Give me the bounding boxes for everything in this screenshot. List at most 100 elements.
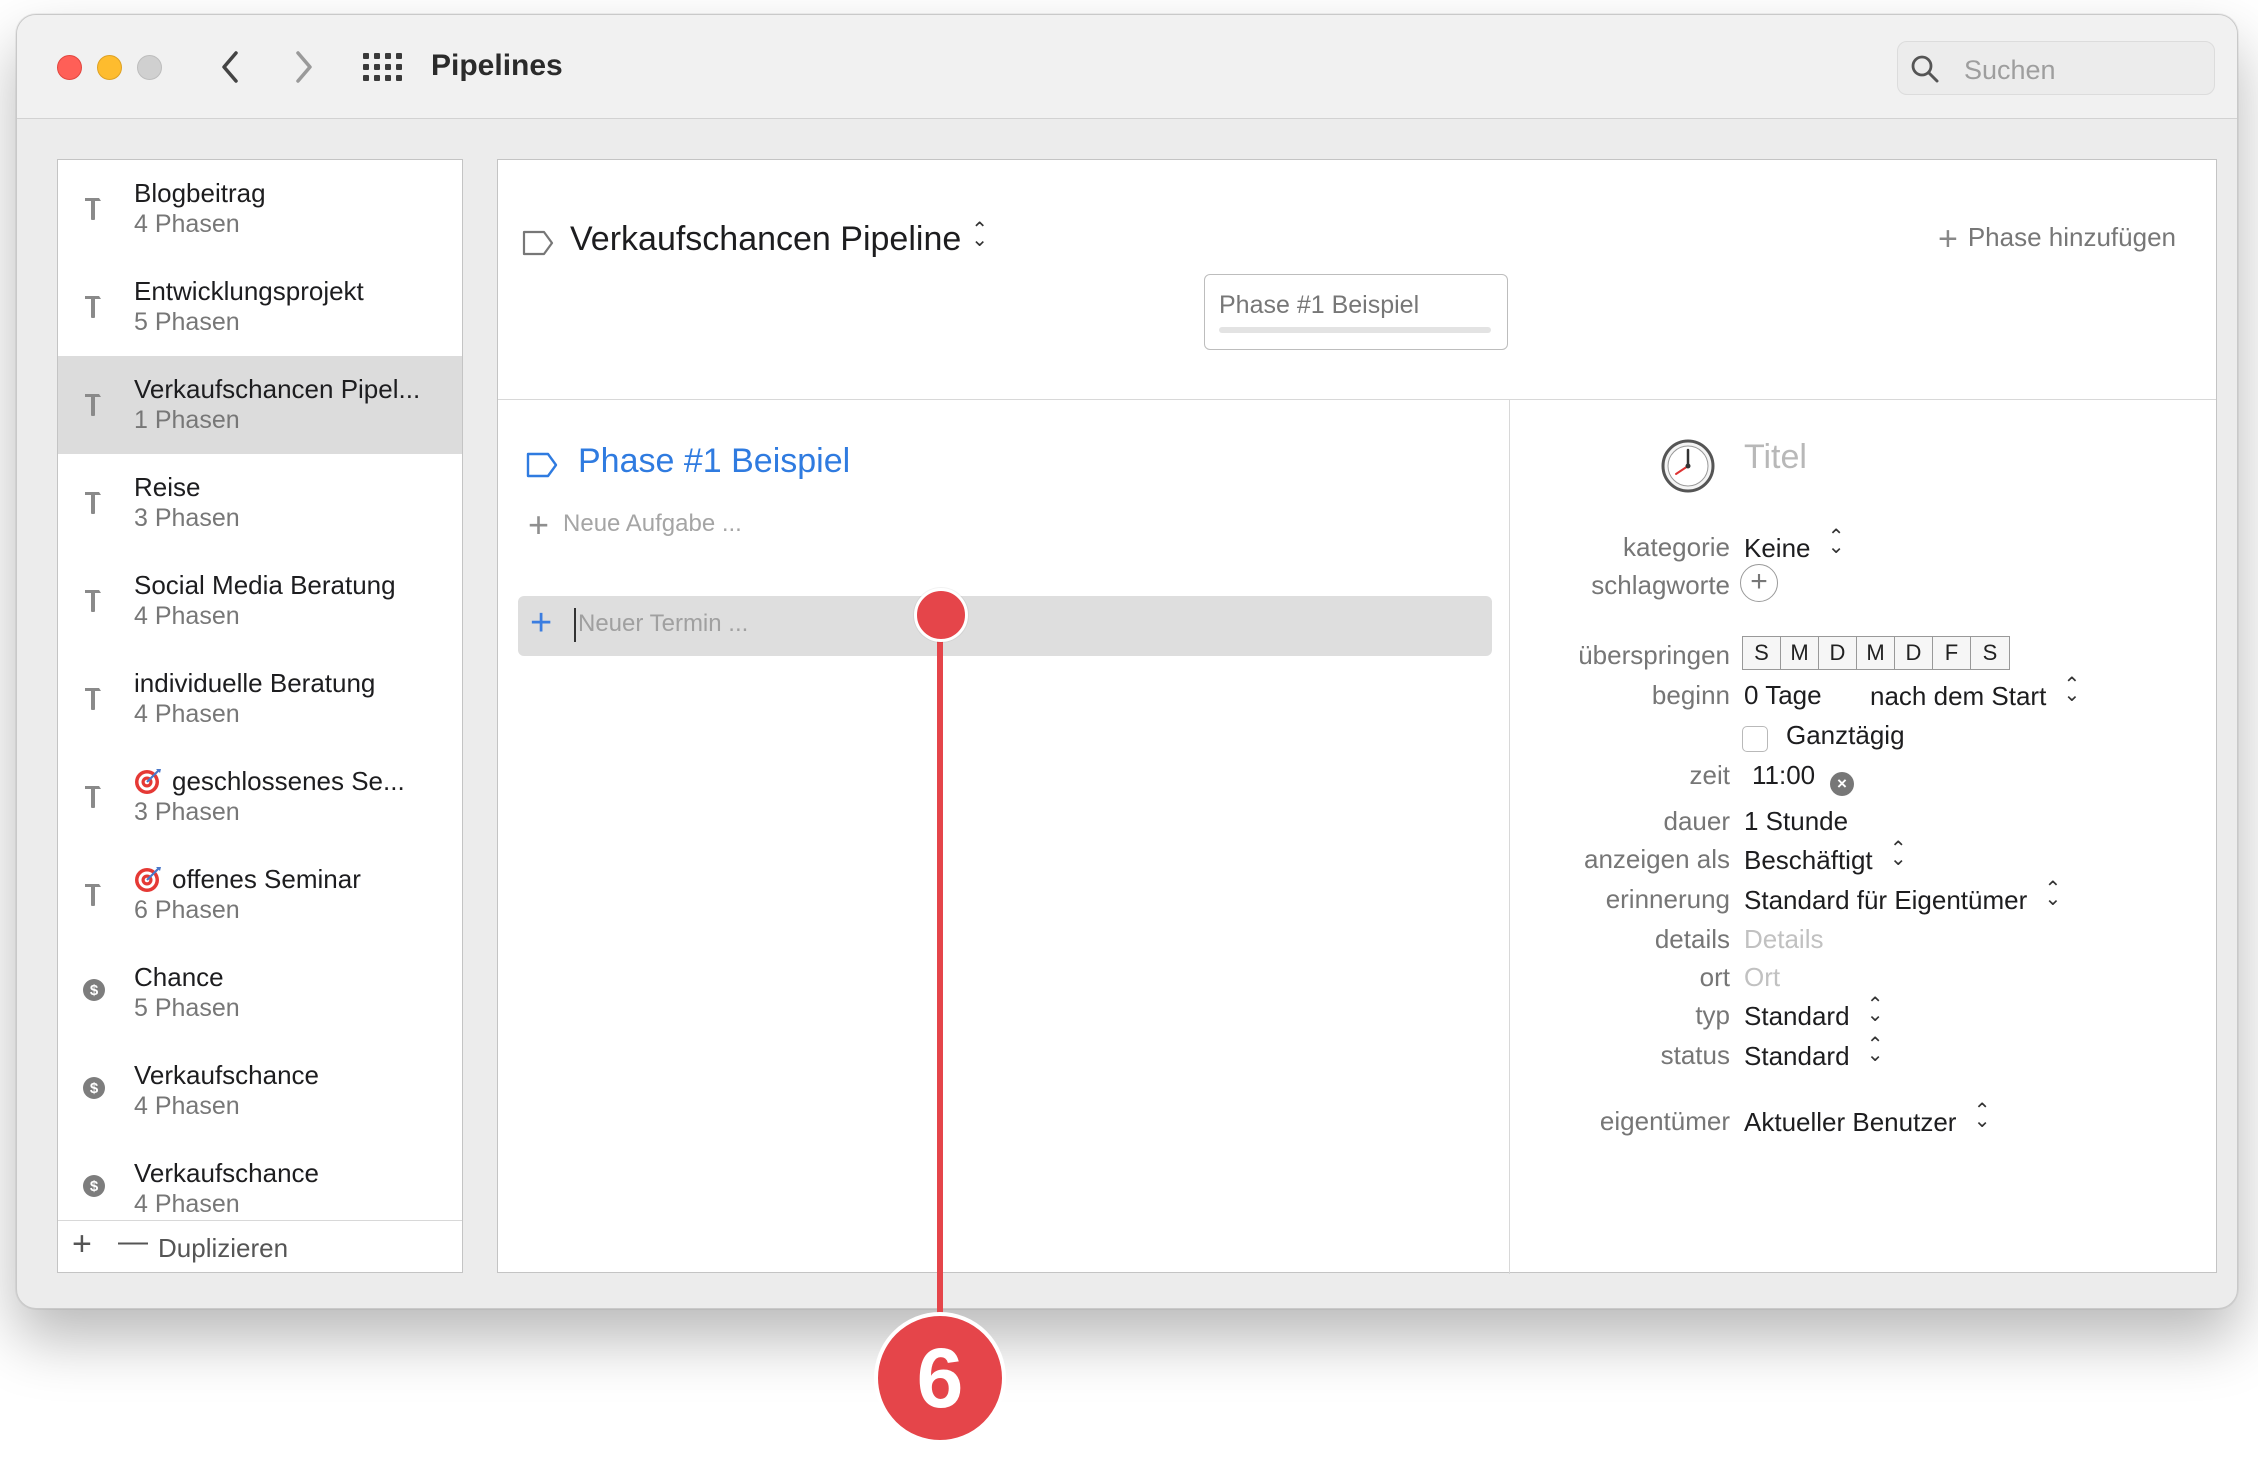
kategorie-value: Keine <box>1744 533 1811 563</box>
up-down-chevron-icon: ⌃ ⌄ <box>2044 878 2062 910</box>
day-toggle[interactable]: S <box>1971 637 2009 669</box>
up-down-chevron-icon: ⌃ ⌄ <box>971 219 989 251</box>
zoom-window-button[interactable] <box>137 55 162 80</box>
sidebar-item-name: Verkaufschance <box>134 1060 319 1091</box>
day-toggle[interactable]: M <box>1857 637 1895 669</box>
beginn-label: beginn <box>1651 680 1730 710</box>
up-down-chevron-icon: ⌃ ⌄ <box>1973 1100 1991 1132</box>
new-task-placeholder: Neue Aufgabe ... <box>563 510 742 537</box>
hammer-icon <box>82 390 104 418</box>
status-value: Standard <box>1744 1041 1850 1071</box>
day-toggle[interactable]: S <box>1743 637 1781 669</box>
close-window-button[interactable] <box>57 55 82 80</box>
day-toggle[interactable]: M <box>1781 637 1819 669</box>
sidebar-item-phase-count: 4 Phasen <box>134 602 240 630</box>
eigentuemer-label: eigentümer <box>1599 1106 1730 1136</box>
anzeigen-als-select[interactable]: Beschäftigt ⌃ ⌄ <box>1744 839 1907 876</box>
sidebar-item-name: Entwicklungsprojekt <box>134 276 364 307</box>
sidebar-item-phase-count: 5 Phasen <box>134 308 240 336</box>
pipeline-list: Blogbeitrag 4 Phasen Entwicklungsprojekt 5 … <box>58 160 462 1220</box>
sidebar-item[interactable]: Reise 3 Phasen <box>58 454 462 552</box>
sidebar-item-label: Chance <box>134 962 224 992</box>
new-event-field[interactable]: + Neuer Termin ... <box>518 596 1492 656</box>
pipeline-title-selector[interactable]: Verkaufschancen Pipeline ⌃ ⌄ <box>570 220 988 259</box>
sidebar-item-label: geschlossenes Se... <box>172 766 405 796</box>
eigentuemer-select[interactable]: Aktueller Benutzer ⌃ ⌄ <box>1744 1100 1991 1138</box>
tag-icon <box>522 230 554 256</box>
details-field[interactable]: Details <box>1744 924 1823 955</box>
eigentuemer-value: Aktueller Benutzer <box>1744 1107 1957 1137</box>
zeit-field[interactable]: 11:00 <box>1752 760 1815 791</box>
status-select[interactable]: Standard ⌃ ⌄ <box>1744 1035 1884 1072</box>
new-task-field[interactable]: + Neue Aufgabe ... <box>528 504 742 546</box>
add-pipeline-button[interactable]: + <box>72 1225 92 1264</box>
add-phase-button[interactable]: + Phase hinzufügen <box>1938 220 2176 259</box>
title-bar: Pipelines Suchen <box>17 15 2237 119</box>
sidebar-item-label: individuelle Beratung <box>134 668 376 698</box>
ort-label: ort <box>1699 962 1730 992</box>
plus-icon: + <box>528 504 550 545</box>
callout-badge: 6 <box>874 1312 1006 1444</box>
sidebar-item[interactable]: offenes Seminar 6 Phasen <box>58 846 462 944</box>
sidebar-item-label: Verkaufschancen Pipel... <box>134 374 421 404</box>
event-title-field[interactable]: Titel <box>1744 438 1807 477</box>
sidebar-item[interactable]: $ Verkaufschance 4 Phasen <box>58 1140 462 1220</box>
skip-days-selector[interactable]: S M D M D F S <box>1742 636 2010 670</box>
ganztaegig-checkbox[interactable] <box>1742 726 1768 752</box>
add-tag-button[interactable]: + <box>1740 564 1778 602</box>
pipeline-title: Verkaufschancen Pipeline <box>570 220 962 258</box>
sidebar-item[interactable]: Verkaufschancen Pipel... 1 Phasen <box>58 356 462 454</box>
day-toggle[interactable]: F <box>1933 637 1971 669</box>
sidebar-item[interactable]: Social Media Beratung 4 Phasen <box>58 552 462 650</box>
phase-column: Phase #1 Beispiel + Neue Aufgabe ... + Ne… <box>498 400 1510 1274</box>
pipeline-editor: Verkaufschancen Pipeline ⌃ ⌄ + Phase hinzuf… <box>497 159 2217 1274</box>
up-down-chevron-icon: ⌃ ⌄ <box>1866 994 1884 1026</box>
sidebar-item[interactable]: Entwicklungsprojekt 5 Phasen <box>58 258 462 356</box>
search-field[interactable]: Suchen <box>1897 41 2215 95</box>
dauer-label: dauer <box>1663 806 1731 836</box>
forward-button[interactable] <box>283 45 323 89</box>
sidebar-item-phase-count: 3 Phasen <box>134 504 240 532</box>
dollar-icon: $ <box>82 978 105 1006</box>
sidebar-item-name: geschlossenes Se... <box>134 766 405 797</box>
sidebar-item-name: Chance <box>134 962 224 993</box>
day-toggle[interactable]: D <box>1895 637 1933 669</box>
phase-chip-label: Phase #1 Beispiel <box>1219 291 1420 319</box>
sidebar-item[interactable]: Blogbeitrag 4 Phasen <box>58 160 462 258</box>
target-icon <box>134 767 162 795</box>
phase-tag-icon <box>526 452 558 478</box>
beginn-relative-value: nach dem Start <box>1870 681 2047 711</box>
day-toggle[interactable]: D <box>1819 637 1857 669</box>
beginn-days-field[interactable]: 0 Tage <box>1744 680 1822 711</box>
apps-grid-icon[interactable] <box>363 53 402 83</box>
ort-field[interactable]: Ort <box>1744 962 1780 993</box>
sidebar-item[interactable]: individuelle Beratung 4 Phasen <box>58 650 462 748</box>
callout-line <box>937 630 943 1316</box>
search-placeholder: Suchen <box>1964 55 2056 85</box>
beginn-relative-select[interactable]: nach dem Start ⌃ ⌄ <box>1870 675 2080 712</box>
sidebar-item-phase-count: 6 Phasen <box>134 896 240 924</box>
hammer-icon <box>82 782 104 810</box>
dauer-field[interactable]: 1 Stunde <box>1744 806 1848 837</box>
dollar-icon: $ <box>82 1174 105 1202</box>
phase-chip[interactable]: Phase #1 Beispiel <box>1204 274 1508 350</box>
phase-heading[interactable]: Phase #1 Beispiel <box>578 442 850 481</box>
kategorie-select[interactable]: Keine ⌃ ⌄ <box>1744 526 1845 564</box>
sidebar-item[interactable]: geschlossenes Se... 3 Phasen <box>58 748 462 846</box>
erinnerung-select[interactable]: Standard für Eigentümer ⌃ ⌄ <box>1744 878 2062 916</box>
up-down-chevron-icon: ⌃ ⌄ <box>1827 526 1845 558</box>
typ-select[interactable]: Standard ⌃ ⌄ <box>1744 994 1884 1032</box>
sidebar-item-label: offenes Seminar <box>172 864 361 894</box>
dollar-icon: $ <box>82 1076 105 1104</box>
duplicate-pipeline-button[interactable]: Duplizieren <box>158 1233 288 1264</box>
sidebar-item-label: Reise <box>134 472 201 502</box>
minimize-window-button[interactable] <box>97 55 122 80</box>
remove-pipeline-button[interactable]: — <box>118 1225 148 1259</box>
sidebar-item-name: individuelle Beratung <box>134 668 375 699</box>
back-button[interactable] <box>211 45 251 89</box>
clear-time-icon[interactable]: × <box>1830 772 1854 796</box>
zeit-label: zeit <box>1689 760 1730 790</box>
sidebar-item-name: Blogbeitrag <box>134 178 266 209</box>
sidebar-item[interactable]: $ Verkaufschance 4 Phasen <box>58 1042 462 1140</box>
sidebar-item[interactable]: $ Chance 5 Phasen <box>58 944 462 1042</box>
